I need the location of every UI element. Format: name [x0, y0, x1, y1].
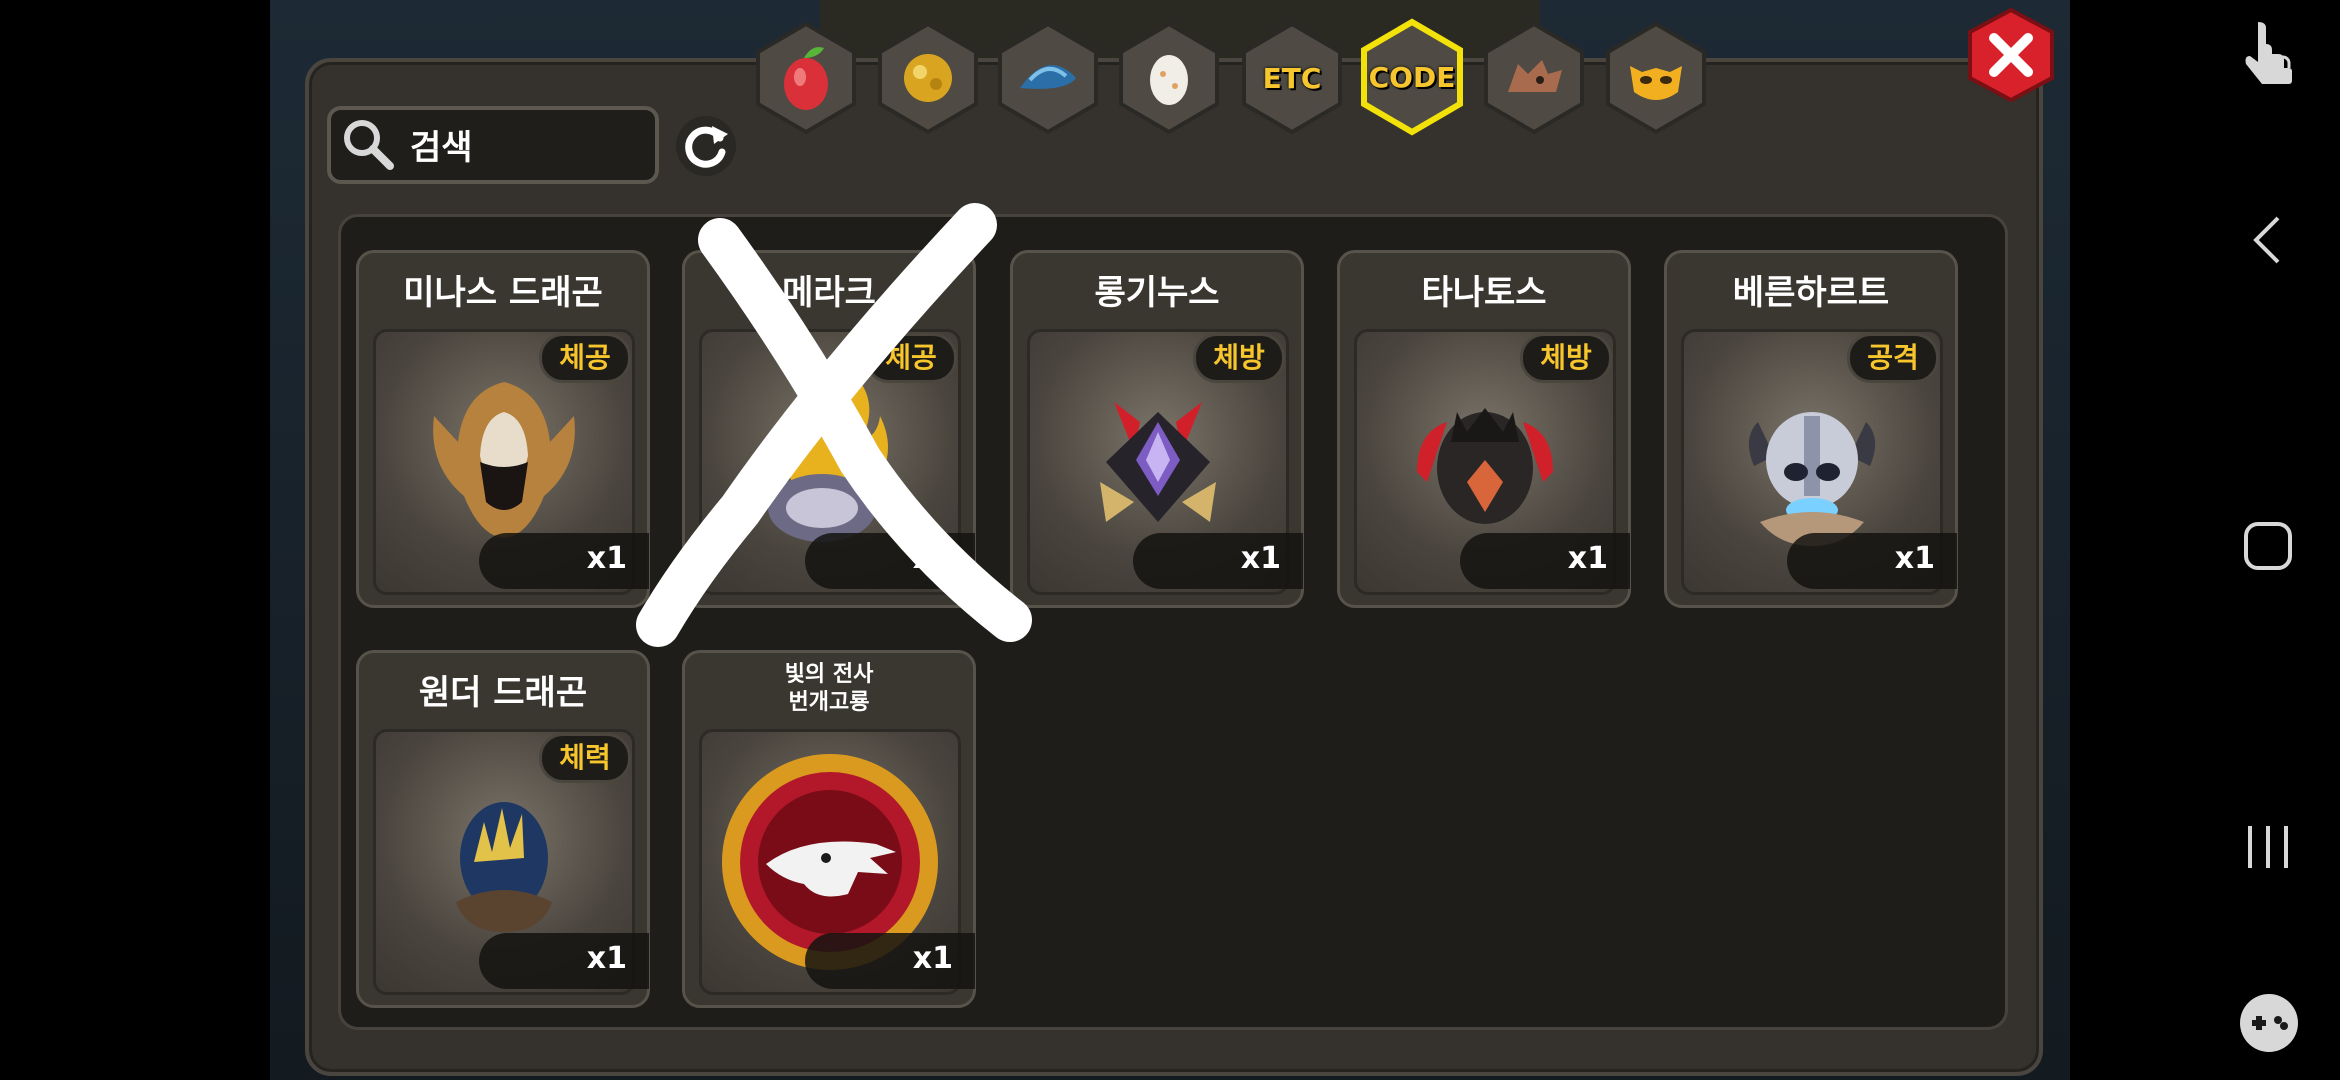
gamepad-icon [2240, 994, 2298, 1052]
tab-egg[interactable] [1117, 22, 1221, 134]
card-title: 빛의 전사 번개고룡 [685, 661, 973, 717]
close-icon [1968, 7, 2054, 103]
item-count: x1 [1240, 541, 1281, 576]
gold-icon [878, 22, 978, 134]
recents-icon [2248, 826, 2288, 868]
item-card[interactable]: 미나스 드래곤 체공 x1 [356, 250, 650, 608]
back-icon [2253, 216, 2280, 264]
refresh-icon [685, 126, 728, 168]
item-count: x1 [1894, 541, 1935, 576]
item-card[interactable]: 빛의 전사 번개고룡 x1 [682, 650, 976, 1008]
card-title: 원더 드래곤 [418, 673, 588, 713]
tab-etc[interactable]: ETC [1240, 22, 1344, 134]
refresh-button[interactable] [676, 116, 736, 176]
tab-dragon-head[interactable] [1482, 22, 1586, 134]
stat-badge: 공격 [1847, 333, 1939, 383]
touch-lock-icon[interactable] [2236, 22, 2296, 92]
card-title: 베른하르트 [1732, 273, 1890, 313]
home-button[interactable] [2242, 520, 2294, 572]
card-title: 미나스 드래곤 [403, 273, 603, 313]
tab-fruit[interactable] [754, 22, 858, 134]
game-tools-button[interactable] [2238, 992, 2300, 1054]
fruit-icon [756, 22, 856, 134]
egg-icon [1119, 22, 1219, 134]
dragon-head-icon [1484, 22, 1584, 134]
recents-button[interactable] [2240, 822, 2296, 876]
item-count: x1 [912, 941, 953, 976]
card-title-line1: 빛의 전사 [784, 662, 874, 687]
item-card[interactable]: 원더 드래곤 체력 x1 [356, 650, 650, 1008]
scale-icon [998, 22, 1098, 134]
card-title: 타나토스 [1421, 273, 1547, 313]
back-button[interactable] [2248, 210, 2288, 270]
tab-scale[interactable] [996, 22, 1100, 134]
item-count: x1 [1567, 541, 1608, 576]
tab-code[interactable]: CODE [1360, 18, 1464, 136]
stat-badge: 체력 [539, 733, 631, 783]
home-icon [2244, 522, 2292, 570]
stat-badge: 체공 [539, 333, 631, 383]
tab-gold[interactable] [876, 22, 980, 134]
cross-out-mark [636, 203, 1032, 647]
item-card[interactable]: 타나토스 체방 x1 [1337, 250, 1631, 608]
stat-badge: 체방 [1193, 333, 1285, 383]
item-count: x1 [586, 941, 627, 976]
item-card[interactable]: 롱기누스 체방 x1 [1010, 250, 1304, 608]
card-title: 롱기누스 [1094, 273, 1220, 313]
search-placeholder: 검색 [410, 128, 473, 168]
card-title-line2: 번개고룡 [788, 690, 870, 715]
mask-icon [1606, 22, 1706, 134]
search-icon [340, 116, 396, 172]
tab-mask[interactable] [1604, 22, 1708, 134]
item-card[interactable]: 베른하르트 공격 x1 [1664, 250, 1958, 608]
stat-badge: 체방 [1520, 333, 1612, 383]
close-button[interactable] [1966, 7, 2056, 103]
tab-etc-label: ETC [1262, 61, 1322, 95]
tab-code-label: CODE [1368, 60, 1456, 94]
